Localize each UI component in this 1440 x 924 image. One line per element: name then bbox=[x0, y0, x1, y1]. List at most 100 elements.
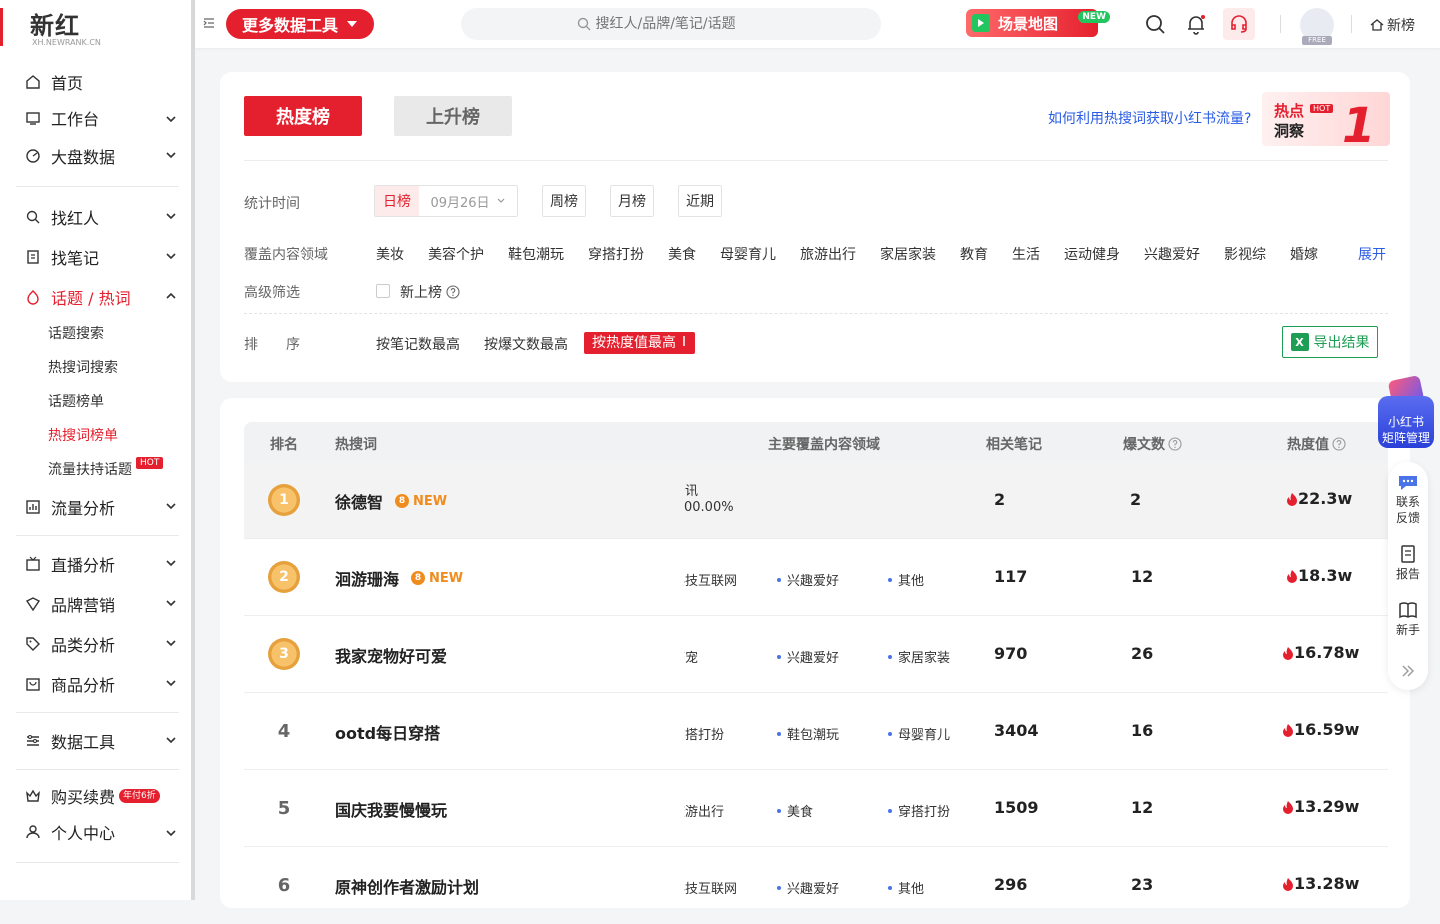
domain-option[interactable]: 美妆 bbox=[376, 244, 404, 264]
sidebar-item-brand[interactable]: 品牌营销 bbox=[0, 584, 195, 624]
table-row[interactable]: 5 国庆我要慢慢玩 旅游出行 美食 穿搭打扮 1509 12 13.29w bbox=[244, 770, 1388, 847]
newbie-guide-button[interactable]: 新手 bbox=[1388, 600, 1428, 638]
sidebar-item-home[interactable]: 首页 bbox=[0, 64, 195, 100]
sidebar-item-user-center[interactable]: 个人中心 bbox=[0, 814, 195, 850]
sidebar-item-find-influencer[interactable]: 找红人 bbox=[0, 197, 195, 237]
notes-count: 2 bbox=[994, 490, 1006, 509]
domain-option[interactable]: 旅游出行 bbox=[800, 244, 856, 264]
domain-option[interactable]: 婚嫁 bbox=[1290, 244, 1318, 264]
sidebar-item-data-tools[interactable]: 数据工具 bbox=[0, 721, 195, 761]
sidebar-item-workbench[interactable]: 工作台 bbox=[0, 100, 195, 136]
sidebar-item-category[interactable]: 品类分析 bbox=[0, 624, 195, 664]
heat-text: 16.78w bbox=[1294, 643, 1360, 662]
help-icon[interactable] bbox=[1168, 437, 1182, 451]
sidebar-item-find-note[interactable]: 找笔记 bbox=[0, 237, 195, 277]
help-icon[interactable] bbox=[1332, 437, 1346, 451]
date-select[interactable]: 09月26日 bbox=[419, 186, 517, 216]
new-entry-label: 新上榜 bbox=[400, 282, 460, 302]
report-button[interactable]: 报告 bbox=[1388, 544, 1428, 582]
table-row[interactable]: 4 ootd每日穿搭 穿搭打扮 鞋包潮玩 母婴育儿 3404 16 16.59w bbox=[244, 693, 1388, 770]
domain-cell: 科技互联网 bbox=[684, 878, 746, 897]
help-link[interactable]: 如何利用热搜词获取小红书流量? bbox=[1048, 108, 1251, 128]
header-search-icon[interactable] bbox=[1143, 12, 1167, 36]
keyword-cell[interactable]: 原神创作者激励计划 bbox=[335, 874, 479, 898]
table-row[interactable]: 2 洄游珊海 8NEW 科技互联网 兴趣爱好 其他 117 12 18.3w bbox=[244, 539, 1388, 616]
collapse-toolbar-button[interactable] bbox=[1388, 664, 1428, 680]
domain-option[interactable]: 运动健身 bbox=[1064, 244, 1120, 264]
domain-option[interactable]: 母婴育儿 bbox=[720, 244, 776, 264]
keyword-cell[interactable]: 国庆我要慢慢玩 bbox=[335, 797, 447, 821]
keyword-cell[interactable]: 洄游珊海 8 NEW bbox=[335, 566, 463, 590]
sort-by-viral[interactable]: 按爆文数最高 bbox=[484, 334, 568, 354]
sidebar-item-traffic[interactable]: 流量分析 bbox=[0, 487, 195, 527]
logo[interactable]: 新红 XH.NEWRANK.CN bbox=[0, 0, 195, 48]
keyword-cell[interactable]: 徐德智 8 NEW bbox=[335, 489, 447, 513]
chevron-down-icon bbox=[166, 560, 176, 567]
sidebar-sub-topic-search[interactable]: 话题搜索 bbox=[0, 317, 195, 351]
tab-hot[interactable]: 热度榜 bbox=[244, 96, 362, 136]
sidebar-sub-hotword-list[interactable]: 热搜词榜单 bbox=[0, 419, 195, 453]
chevron-down-icon bbox=[166, 213, 176, 220]
domain-option[interactable]: 鞋包潮玩 bbox=[508, 244, 564, 264]
domain-option[interactable]: 家居家装 bbox=[880, 244, 936, 264]
expand-link[interactable]: 展开 bbox=[1358, 244, 1386, 264]
help-icon[interactable] bbox=[446, 285, 460, 299]
hot-insight-banner[interactable]: 热点 HOT 洞察 1 bbox=[1262, 92, 1390, 146]
table-row[interactable]: 1 徐德智 8NEW 资讯 00.00% 2 2 22.3w bbox=[244, 462, 1388, 539]
sort-by-heat[interactable]: 按热度值最高 bbox=[584, 332, 696, 354]
day-rank-option[interactable]: 日榜 bbox=[375, 186, 419, 216]
tools-icon bbox=[24, 732, 42, 750]
search-input[interactable] bbox=[595, 16, 766, 32]
headset-icon[interactable] bbox=[1223, 8, 1255, 40]
banner-subtitle: 洞察 bbox=[1274, 122, 1305, 140]
domain-option[interactable]: 兴趣爱好 bbox=[1144, 244, 1200, 264]
keyword-cell[interactable]: ootd每日穿搭 bbox=[335, 720, 440, 744]
collapse-menu-icon[interactable] bbox=[203, 17, 215, 29]
viral-count: 16 bbox=[1131, 721, 1154, 740]
bullet-icon bbox=[888, 808, 892, 813]
sort-by-notes[interactable]: 按笔记数最高 bbox=[376, 334, 460, 354]
keyword-text: 原神创作者激励计划 bbox=[335, 878, 480, 897]
search-user-icon bbox=[24, 208, 42, 226]
sidebar-item-dashboard[interactable]: 大盘数据 bbox=[0, 136, 195, 176]
col-notes[interactable]: 相关笔记 bbox=[986, 434, 1042, 454]
sidebar-item-topic[interactable]: 话题 / 热词 bbox=[0, 277, 195, 317]
chevron-down-icon bbox=[166, 152, 176, 159]
domain-name: 兴趣爱好 bbox=[787, 574, 840, 589]
more-tools-button[interactable]: 更多数据工具 bbox=[226, 9, 374, 39]
table-row[interactable]: 3 我家宠物好可爱 萌宠 兴趣爱好 家居家装 970 26 16.78w bbox=[244, 616, 1388, 693]
sidebar-sub-traffic-topic[interactable]: 流量扶持话题 HOT bbox=[0, 453, 195, 487]
sidebar-item-live[interactable]: 直播分析 bbox=[0, 544, 195, 584]
newrank-link[interactable]: 新榜 bbox=[1370, 15, 1415, 35]
new-entry-checkbox[interactable] bbox=[376, 284, 390, 298]
scene-map-button[interactable]: 场景地图 NEW bbox=[966, 9, 1110, 37]
month-rank-button[interactable]: 月榜 bbox=[610, 185, 654, 217]
domain-option[interactable]: 美容个护 bbox=[428, 244, 484, 264]
sidebar-sub-topic-list[interactable]: 话题榜单 bbox=[0, 385, 195, 419]
bell-icon[interactable] bbox=[1184, 12, 1208, 36]
domain-option[interactable]: 教育 bbox=[960, 244, 988, 264]
global-search[interactable] bbox=[461, 8, 881, 40]
export-button[interactable]: X 导出结果 bbox=[1282, 326, 1378, 358]
sidebar-sub-label: 流量扶持话题 bbox=[48, 462, 132, 478]
contact-feedback-button[interactable]: 联系 反馈 bbox=[1388, 474, 1428, 526]
sidebar-item-goods[interactable]: 商品分析 bbox=[0, 664, 195, 704]
sidebar-sub-hotword-search[interactable]: 热搜词搜索 bbox=[0, 351, 195, 385]
recent-button[interactable]: 近期 bbox=[678, 185, 722, 217]
week-rank-button[interactable]: 周榜 bbox=[542, 185, 586, 217]
keyword-cell[interactable]: 我家宠物好可爱 bbox=[335, 643, 447, 667]
matrix-management-widget[interactable]: 小红书 矩阵管理 bbox=[1378, 374, 1434, 448]
domain-option[interactable]: 美食 bbox=[668, 244, 696, 264]
crown-icon bbox=[24, 787, 42, 805]
tab-rise[interactable]: 上升榜 bbox=[394, 96, 512, 136]
date-picker[interactable]: 日榜 09月26日 bbox=[374, 185, 518, 217]
sidebar-item-label: 首页 bbox=[51, 74, 84, 93]
rank-medal: 2 bbox=[268, 561, 300, 593]
domain-option[interactable]: 生活 bbox=[1012, 244, 1040, 264]
domain-option[interactable]: 穿搭打扮 bbox=[588, 244, 644, 264]
col-heat[interactable]: 热度值 bbox=[1287, 434, 1346, 454]
col-viral[interactable]: 爆文数 bbox=[1123, 434, 1182, 454]
sidebar-item-buy[interactable]: 购买续费 年付6折 bbox=[0, 778, 195, 814]
table-row[interactable]: 6 原神创作者激励计划 科技互联网 兴趣爱好 其他 296 23 13.28w bbox=[244, 847, 1388, 924]
domain-option[interactable]: 影视综 bbox=[1224, 244, 1266, 264]
